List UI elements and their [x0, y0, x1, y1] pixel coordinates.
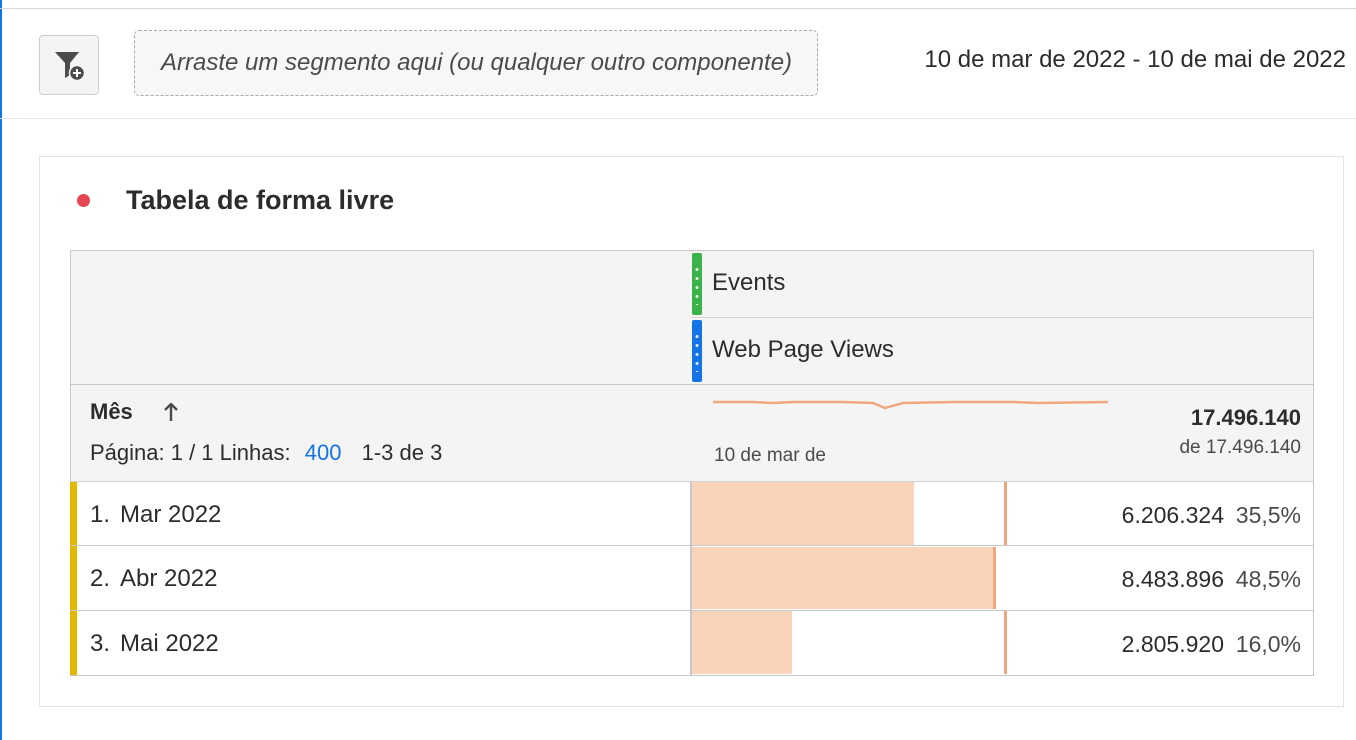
- column-total: 17.496.140: [1190, 405, 1301, 430]
- date-range-picker[interactable]: 10 de mar de 2022 - 10 de mai de 2022: [924, 46, 1346, 74]
- column-total-of: de 17.496.140: [1179, 437, 1301, 458]
- row-bar-marker: [993, 547, 996, 609]
- rows-per-page-select[interactable]: 400: [305, 440, 342, 465]
- range-label: 1-3 de 3: [361, 440, 443, 465]
- divider: [0, 8, 1356, 9]
- row-percent: 16,0%: [1235, 631, 1301, 657]
- dimension-name[interactable]: Mês: [90, 399, 133, 425]
- row-percent: 48,5%: [1235, 566, 1301, 592]
- dimension-header-row: [71, 385, 1313, 481]
- row-accent: [70, 482, 77, 546]
- row-value: 2.805.920: [1121, 631, 1224, 657]
- row-bar: [692, 611, 792, 674]
- row-value: 6.206.324: [1121, 502, 1224, 528]
- drag-handle-icon[interactable]: [692, 320, 702, 382]
- add-segment-filter-button[interactable]: [39, 35, 99, 95]
- drag-handle-icon[interactable]: [692, 253, 702, 315]
- row-accent: [70, 546, 77, 610]
- panel-status-dot[interactable]: [77, 194, 90, 207]
- sparkline: [713, 400, 1108, 410]
- segment-drop-zone[interactable]: Arraste um segmento aqui (ou qualquer ou…: [134, 30, 818, 96]
- page-label: Página: 1 / 1: [90, 440, 214, 465]
- rows-label: Linhas:: [219, 440, 291, 465]
- metric-header-web-page-views[interactable]: Web Page Views: [692, 318, 1313, 384]
- row-value: 8.483.896: [1121, 566, 1224, 592]
- sparkline-date: 10 de mar de: [714, 445, 826, 466]
- row-bar-marker: [1004, 482, 1007, 545]
- row-bar: [692, 482, 914, 545]
- metric-header-events[interactable]: Events: [692, 251, 1313, 318]
- window-edge: [0, 0, 2, 740]
- segment-drop-zone-placeholder: Arraste um segmento aqui (ou qualquer ou…: [161, 49, 793, 76]
- metric-label: Events: [712, 269, 786, 296]
- toolbar-divider: [0, 118, 1356, 119]
- panel-title[interactable]: Tabela de forma livre: [126, 185, 394, 216]
- filter-add-icon: [55, 52, 86, 82]
- row-bar: [692, 547, 995, 609]
- row-bar-marker: [1004, 611, 1007, 674]
- arrow-up-icon[interactable]: [162, 401, 180, 423]
- row-label: 1. Mar 2022: [90, 501, 222, 528]
- row-label: 2. Abr 2022: [90, 565, 218, 592]
- metric-label: Web Page Views: [712, 336, 894, 363]
- row-percent: 35,5%: [1235, 502, 1301, 528]
- row-label: 3. Mai 2022: [90, 630, 219, 657]
- pagination-info: Página: 1 / 1 Linhas: 400 1-3 de 3: [90, 440, 442, 466]
- row-accent: [70, 611, 77, 675]
